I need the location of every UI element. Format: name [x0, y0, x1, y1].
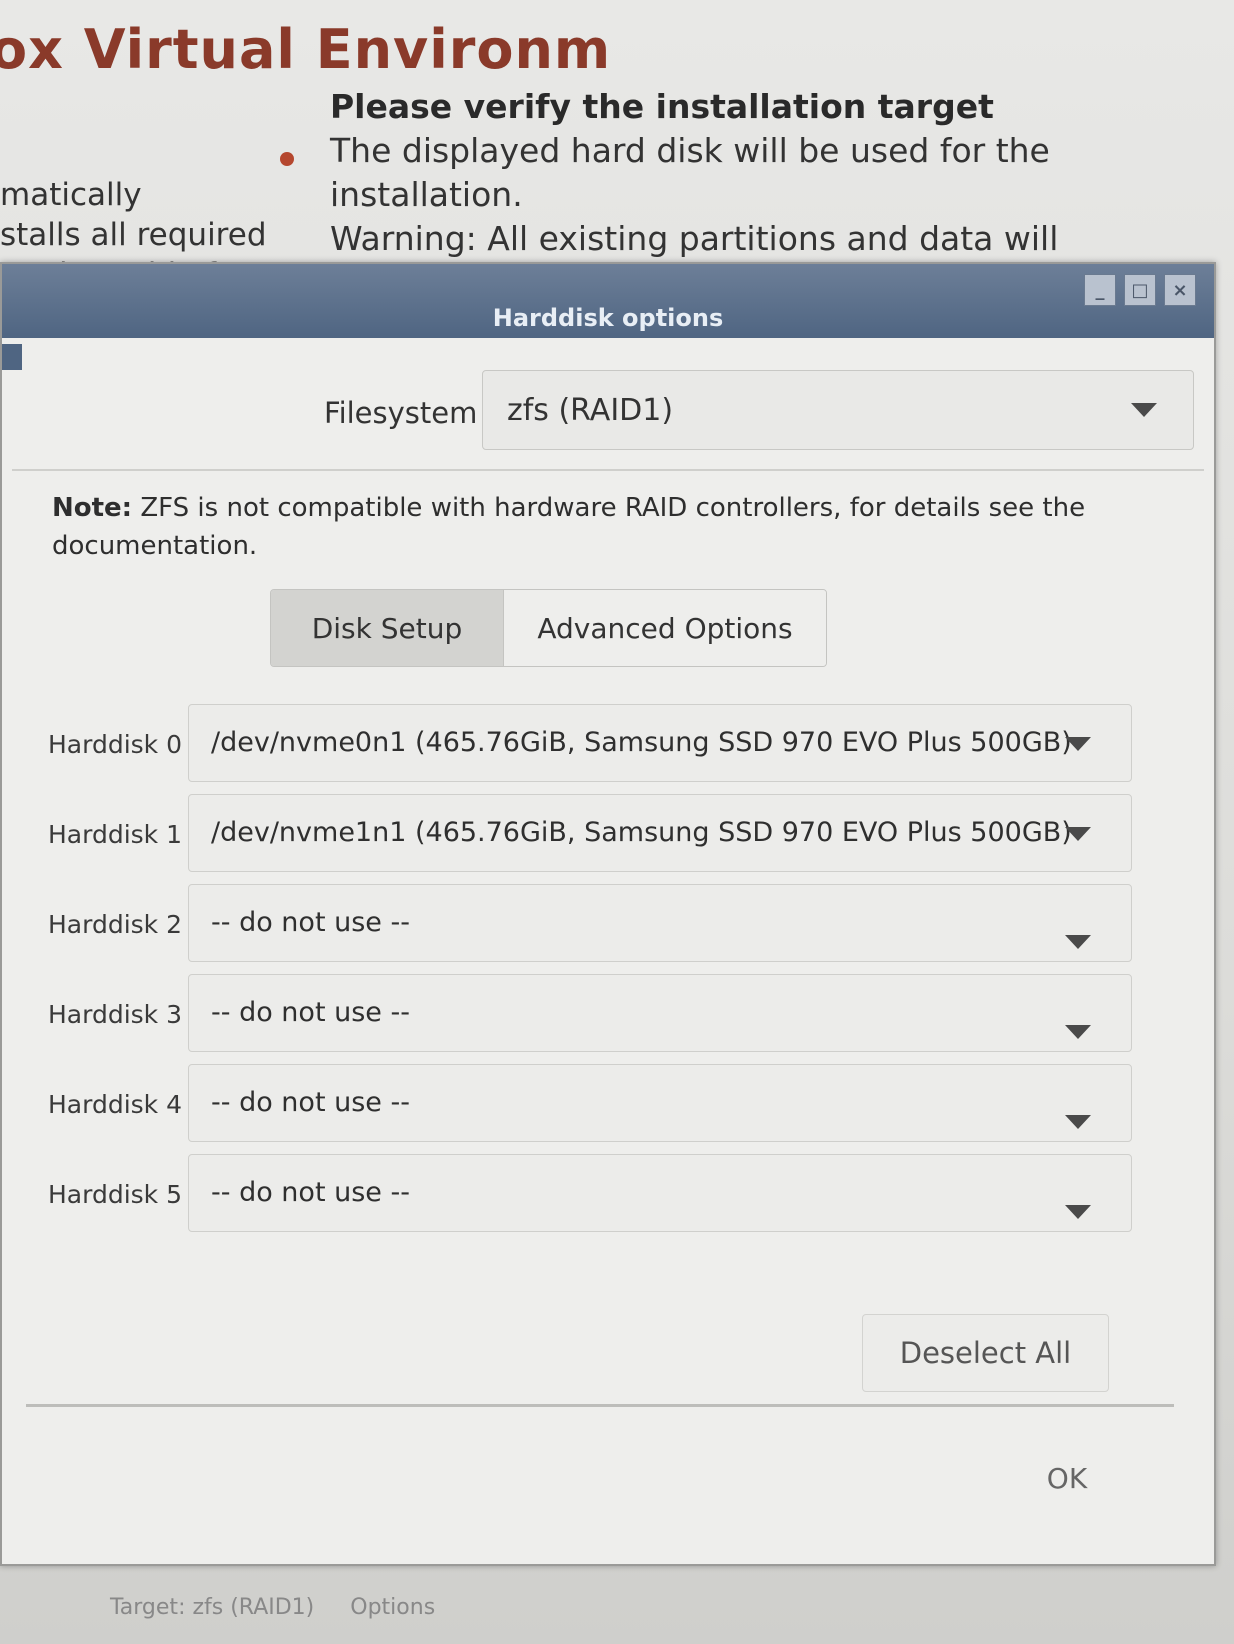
chevron-down-icon	[1065, 737, 1091, 751]
chevron-down-icon	[1131, 403, 1157, 417]
harddisk-value: -- do not use --	[211, 997, 410, 1028]
installer-heading: Please verify the installation target	[330, 87, 994, 126]
divider	[12, 469, 1204, 471]
harddisk-label: Harddisk 1	[48, 820, 182, 849]
harddisk-select-1[interactable]: /dev/nvme1n1 (465.76GiB, Samsung SSD 970…	[188, 794, 1132, 872]
installer-line1: The displayed hard disk will be used for…	[330, 131, 1050, 214]
harddisk-select-5[interactable]: -- do not use --	[188, 1154, 1132, 1232]
harddisk-row-5: Harddisk 5 -- do not use --	[2, 1154, 1214, 1234]
filesystem-label: Filesystem	[324, 396, 478, 430]
harddisk-label: Harddisk 3	[48, 1000, 182, 1029]
ok-button[interactable]: OK	[1012, 1449, 1122, 1507]
chevron-down-icon	[1065, 1115, 1091, 1129]
chevron-down-icon	[1065, 1025, 1091, 1039]
installer-line2: Warning: All existing partitions and dat…	[330, 219, 1059, 258]
window-controls: _ □ ×	[1084, 274, 1196, 306]
harddisk-value: /dev/nvme1n1 (465.76GiB, Samsung SSD 970…	[211, 817, 1072, 848]
deselect-all-button[interactable]: Deselect All	[862, 1314, 1109, 1392]
dialog-titlebar[interactable]: Harddisk options _ □ ×	[2, 264, 1214, 338]
harddisk-options-dialog: Harddisk options _ □ × Filesystem zfs (R…	[0, 262, 1216, 1566]
options-button[interactable]: Options	[350, 1595, 435, 1620]
harddisk-row-4: Harddisk 4 -- do not use --	[2, 1064, 1214, 1144]
harddisk-row-3: Harddisk 3 -- do not use --	[2, 974, 1214, 1054]
filesystem-value: zfs (RAID1)	[507, 393, 674, 428]
harddisk-select-0[interactable]: /dev/nvme0n1 (465.76GiB, Samsung SSD 970…	[188, 704, 1132, 782]
harddisk-value: -- do not use --	[211, 907, 410, 938]
note-text: ZFS is not compatible with hardware RAID…	[52, 493, 1086, 561]
harddisk-value: -- do not use --	[211, 1087, 410, 1118]
footer-divider	[26, 1404, 1174, 1407]
harddisk-label: Harddisk 2	[48, 910, 182, 939]
harddisk-label: Harddisk 4	[48, 1090, 182, 1119]
harddisk-label: Harddisk 0	[48, 730, 182, 759]
chevron-down-icon	[1065, 935, 1091, 949]
chevron-down-icon	[1065, 827, 1091, 841]
zfs-note: Note: ZFS is not compatible with hardwar…	[52, 489, 1172, 565]
target-summary: Target: zfs (RAID1)	[110, 1595, 315, 1620]
installer-title: ox Virtual Environm	[0, 18, 612, 81]
status-bar: Target: zfs (RAID1) Options	[110, 1595, 435, 1620]
harddisk-select-4[interactable]: -- do not use --	[188, 1064, 1132, 1142]
harddisk-value: -- do not use --	[211, 1177, 410, 1208]
filesystem-select[interactable]: zfs (RAID1)	[482, 370, 1194, 450]
note-label: Note:	[52, 493, 133, 523]
harddisk-label: Harddisk 5	[48, 1180, 182, 1209]
close-icon[interactable]: ×	[1164, 274, 1196, 306]
harddisk-select-3[interactable]: -- do not use --	[188, 974, 1132, 1052]
bullet-icon	[280, 152, 294, 166]
minimize-icon[interactable]: _	[1084, 274, 1116, 306]
dialog-title: Harddisk options	[492, 304, 724, 332]
installer-info: Please verify the installation target Th…	[330, 85, 1230, 261]
harddisk-select-2[interactable]: -- do not use --	[188, 884, 1132, 962]
harddisk-value: /dev/nvme0n1 (465.76GiB, Samsung SSD 970…	[211, 727, 1072, 758]
filesystem-row: Filesystem zfs (RAID1)	[2, 360, 1214, 450]
tab-advanced-options[interactable]: Advanced Options	[503, 590, 826, 666]
harddisk-row-1: Harddisk 1 /dev/nvme1n1 (465.76GiB, Sams…	[2, 794, 1214, 874]
chevron-down-icon	[1065, 1205, 1091, 1219]
harddisk-row-0: Harddisk 0 /dev/nvme0n1 (465.76GiB, Sams…	[2, 704, 1214, 784]
harddisk-row-2: Harddisk 2 -- do not use --	[2, 884, 1214, 964]
tab-disk-setup[interactable]: Disk Setup	[271, 590, 503, 666]
maximize-icon[interactable]: □	[1124, 274, 1156, 306]
options-tabs: Disk Setup Advanced Options	[270, 589, 827, 667]
